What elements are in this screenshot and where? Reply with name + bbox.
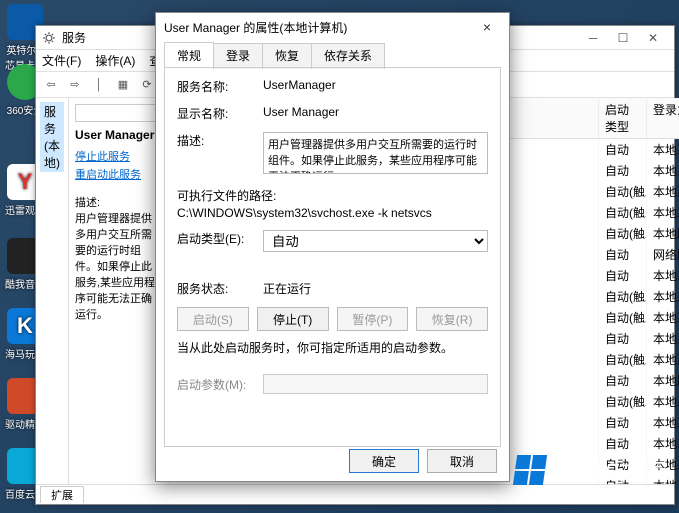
label-description: 描述: [177, 132, 263, 177]
label-start-params: 启动参数(M): [177, 376, 263, 393]
grid-header-startup[interactable]: 启动类型 [599, 98, 647, 138]
dialog-tabs: 常规 登录 恢复 依存关系 [156, 41, 509, 67]
ok-button[interactable]: 确定 [349, 449, 419, 473]
services-icon [42, 31, 56, 45]
watermark: Win10之家 www.win10xitong.com [515, 452, 667, 501]
windows-logo-icon [513, 455, 547, 485]
maximize-button[interactable]: ☐ [608, 31, 638, 45]
toolbar-divider: │ [88, 75, 110, 95]
label-display-name: 显示名称: [177, 105, 263, 122]
tab-panel-general: 服务名称: UserManager 显示名称: User Manager 描述:… [164, 67, 501, 447]
watermark-brand: 之家 [619, 459, 667, 486]
tab-dependencies[interactable]: 依存关系 [311, 43, 385, 69]
minimize-button[interactable]: ─ [578, 31, 608, 45]
detail-heading: User Manager [75, 128, 162, 142]
label-service-status: 服务状态: [177, 280, 263, 297]
startup-type-select[interactable]: 自动 [263, 230, 488, 252]
description-textarea[interactable]: 用户管理器提供多用户交互所需要的运行时组件。如果停止此服务，某些应用程序可能无法… [263, 132, 488, 174]
label-service-name: 服务名称: [177, 78, 263, 95]
search-input[interactable] [75, 104, 162, 122]
services-title: 服务 [62, 29, 86, 46]
tab-recovery[interactable]: 恢复 [262, 43, 312, 69]
detail-desc: 用户管理器提供多用户交互所需要的运行时组件。如果停止此服务,某些应用程序可能无法… [75, 210, 162, 322]
link-restart-service[interactable]: 重启动此服务 [75, 166, 162, 182]
value-exe-path: C:\WINDOWS\system32\svchost.exe -k netsv… [177, 206, 488, 220]
tab-general[interactable]: 常规 [164, 42, 214, 68]
menu-action[interactable]: 操作(A) [95, 52, 135, 69]
value-service-status: 正在运行 [263, 280, 488, 297]
label-exe-path: 可执行文件的路径: [177, 187, 488, 204]
dialog-title: User Manager 的属性(本地计算机) [164, 19, 473, 36]
resume-button: 恢复(R) [416, 307, 488, 331]
toolbar-forward-icon[interactable]: ⇨ [64, 75, 86, 95]
watermark-brand: Win10 [551, 459, 619, 486]
menu-file[interactable]: 文件(F) [42, 52, 81, 69]
watermark-url: www.win10xitong.com [515, 487, 667, 501]
tab-logon[interactable]: 登录 [213, 43, 263, 69]
value-service-name: UserManager [263, 78, 488, 95]
properties-dialog: User Manager 的属性(本地计算机) × 常规 登录 恢复 依存关系 … [155, 12, 510, 482]
footer-extend-tab[interactable]: 扩展 [40, 486, 84, 503]
link-stop-service[interactable]: 停止此服务 [75, 148, 162, 164]
dialog-titlebar: User Manager 的属性(本地计算机) × [156, 13, 509, 41]
toolbar-back-icon[interactable]: ⇦ [40, 75, 62, 95]
value-display-name: User Manager [263, 105, 488, 122]
dialog-close-button[interactable]: × [473, 19, 501, 35]
toolbar-props-icon[interactable]: ▦ [112, 75, 134, 95]
grid-header-logon[interactable]: 登录为 [647, 98, 679, 138]
start-params-input [263, 374, 488, 394]
services-detail-pane: User Manager 停止此服务 重启动此服务 描述: 用户管理器提供多用户… [69, 98, 169, 484]
cancel-button[interactable]: 取消 [427, 449, 497, 473]
tree-node-services-local[interactable]: 服务(本地) [40, 102, 64, 172]
start-button: 启动(S) [177, 307, 249, 331]
detail-desc-label: 描述: [75, 194, 162, 210]
services-tree: 服务(本地) [36, 98, 69, 484]
stop-button[interactable]: 停止(T) [257, 307, 329, 331]
label-startup-type: 启动类型(E): [177, 230, 263, 252]
pause-button: 暂停(P) [337, 307, 409, 331]
start-params-hint: 当从此处启动服务时，你可指定所适用的启动参数。 [177, 339, 488, 356]
close-button[interactable]: ✕ [638, 31, 668, 45]
